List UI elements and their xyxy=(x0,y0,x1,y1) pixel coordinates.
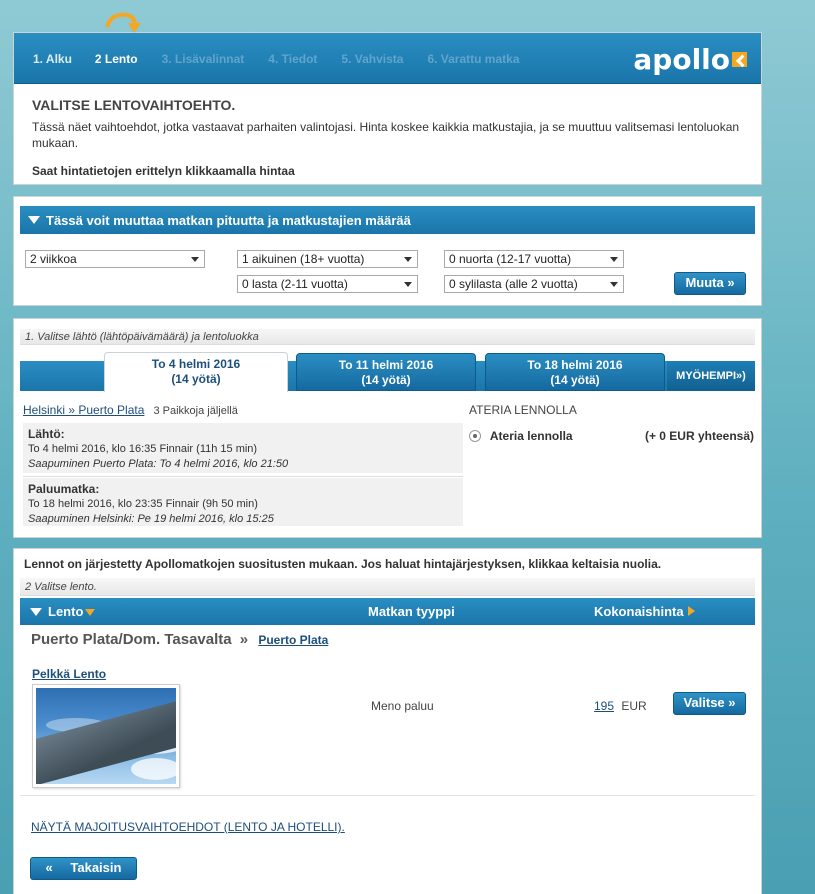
youth-select[interactable]: 0 nuorta (12-17 vuotta) xyxy=(444,250,624,268)
results-table-header: Lento Matkan tyyppi Kokonaishinta xyxy=(20,598,755,625)
route-line: Helsinki » Puerto Plata 3 Paikkoja jälje… xyxy=(23,403,238,417)
meal-title: ATERIA LENNOLLA xyxy=(469,403,577,417)
date-tab-feb-4[interactable]: To 4 helmi 2016 (14 yötä) xyxy=(104,352,288,392)
col-total-price-header[interactable]: Kokonaishinta xyxy=(594,604,695,619)
intro-section: VALITSE LENTOVAIHTOEHTO. Tässä näet vaih… xyxy=(14,84,761,179)
departure-date-panel: 1. Valitse lähtö (lähtöpäivämäärä) ja le… xyxy=(13,318,762,538)
current-step-arrow-icon xyxy=(105,12,141,33)
chevron-down-icon xyxy=(191,257,199,262)
date-tab-strip: To 4 helmi 2016 (14 yötä) To 11 helmi 20… xyxy=(20,352,755,392)
chevron-down-icon xyxy=(610,257,618,262)
destination-link[interactable]: Puerto Plata xyxy=(258,633,328,647)
adults-select[interactable]: 1 aikuinen (18+ vuotta) xyxy=(237,250,418,268)
steps-list: 1. Alku 2 Lento 3. Lisävalinnat 4. Tiedo… xyxy=(14,52,520,66)
infants-value: 0 sylilasta (alle 2 vuotta) xyxy=(449,277,578,291)
later-dates-button[interactable]: MYÖHEMPI») xyxy=(667,361,755,391)
step-confirm: 5. Vahvista xyxy=(341,52,404,66)
step-booked: 6. Varattu matka xyxy=(427,52,520,66)
col-flight-label: Lento xyxy=(48,604,84,619)
col-trip-type-header: Matkan tyyppi xyxy=(368,604,455,619)
infants-select[interactable]: 0 sylilasta (alle 2 vuotta) xyxy=(444,275,624,293)
select-flight-button[interactable]: Valitse » xyxy=(673,692,746,715)
sort-right-arrow-icon[interactable] xyxy=(687,606,695,616)
date-tab-date: To 11 helmi 2016 xyxy=(338,358,434,372)
back-arrow-icon: « xyxy=(45,860,53,875)
trip-type-value: Meno paluu xyxy=(371,699,434,713)
steps-bar: 1. Alku 2 Lento 3. Lisävalinnat 4. Tiedo… xyxy=(14,12,761,84)
change-trip-title: Tässä voit muuttaa matkan pituutta ja ma… xyxy=(46,212,411,228)
flight-thumbnail xyxy=(32,684,180,788)
adults-value: 1 aikuinen (18+ vuotta) xyxy=(242,252,365,266)
date-tab-feb-18[interactable]: To 18 helmi 2016 (14 yötä) xyxy=(485,353,665,391)
date-tab-feb-11[interactable]: To 11 helmi 2016 (14 yötä) xyxy=(296,353,476,391)
outbound-title: Lähtö: xyxy=(28,427,65,441)
chevron-down-icon xyxy=(610,282,618,287)
change-trip-header[interactable]: Tässä voit muuttaa matkan pituutta ja ma… xyxy=(20,206,755,234)
chevron-down-icon xyxy=(404,257,412,262)
price-breakdown-note: Saat hintatietojen erittelyn klikkaamall… xyxy=(32,164,295,178)
cloud-shape xyxy=(131,758,176,780)
sort-note: Lennot on järjestetty Apollomatkojen suo… xyxy=(24,557,662,571)
destination-separator: » xyxy=(239,631,249,648)
duration-select[interactable]: 2 viikkoa xyxy=(25,250,205,268)
meal-option-label: Ateria lennolla xyxy=(489,429,573,443)
show-accommodation-link[interactable]: NÄYTÄ MAJOITUSVAIHTOEHDOT (LENTO JA HOTE… xyxy=(31,820,345,834)
apollo-logo: apollo xyxy=(633,43,747,76)
back-button-label: Takaisin xyxy=(70,860,122,875)
date-tab-nights: (14 yötä) xyxy=(361,373,411,387)
back-button[interactable]: « Takaisin xyxy=(30,857,137,880)
change-trip-panel: Tässä voit muuttaa matkan pituutta ja ma… xyxy=(13,196,762,306)
date-tab-nights: (14 yötä) xyxy=(550,373,600,387)
intro-text: Tässä näet vaihtoehdot, jotka vastaavat … xyxy=(32,120,740,150)
col-flight-header[interactable]: Lento xyxy=(30,604,96,619)
children-select[interactable]: 0 lasta (2-11 vuotta) xyxy=(237,275,418,293)
apollo-logo-mark-icon xyxy=(732,52,747,67)
price-currency: EUR xyxy=(621,699,647,713)
destination-heading: Puerto Plata/Dom. Tasavalta » Puerto Pla… xyxy=(31,631,328,648)
date-tab-date: To 4 helmi 2016 xyxy=(151,357,241,371)
select-flight-step-label: 2 Valitse lento. xyxy=(20,578,755,596)
meal-option[interactable]: Ateria lennolla (+ 0 EUR yhteensä) xyxy=(469,429,754,443)
date-tab-nights: (14 yötä) xyxy=(171,372,221,386)
flight-only-link[interactable]: Pelkkä Lento xyxy=(32,667,106,681)
meal-price: (+ 0 EUR yhteensä) xyxy=(644,429,754,443)
flight-divider xyxy=(23,476,463,477)
change-button[interactable]: Muuta » xyxy=(674,272,746,295)
meal-radio[interactable] xyxy=(469,430,481,442)
date-tab-date: To 18 helmi 2016 xyxy=(527,358,623,372)
step-extras: 3. Lisävalinnat xyxy=(161,52,245,66)
price-link[interactable]: 195 xyxy=(594,699,614,713)
outbound-detail: To 4 helmi 2016, klo 16:35 Finnair (11h … xyxy=(28,443,258,455)
youth-value: 0 nuorta (12-17 vuotta) xyxy=(449,252,572,266)
return-flight-box: Paluumatka: To 18 helmi 2016, klo 23:35 … xyxy=(23,478,463,526)
return-arrival: Saapuminen Helsinki: Pe 19 helmi 2016, k… xyxy=(28,513,274,525)
col-total-label: Kokonaishinta xyxy=(594,604,684,619)
outbound-arrival: Saapuminen Puerto Plata: To 4 helmi 2016… xyxy=(28,458,289,470)
collapse-triangle-icon xyxy=(30,608,42,616)
route-link[interactable]: Helsinki » Puerto Plata xyxy=(23,403,144,417)
return-title: Paluumatka: xyxy=(28,482,100,496)
page-title: VALITSE LENTOVAIHTOEHTO. xyxy=(32,97,236,113)
destination-name: Puerto Plata/Dom. Tasavalta xyxy=(31,631,232,648)
step-flight: 2 Lento xyxy=(94,52,138,66)
apollo-logo-text: apollo xyxy=(633,43,730,76)
flight-results-panel: Lennot on järjestetty Apollomatkojen suo… xyxy=(13,548,762,894)
outbound-flight-box: Lähtö: To 4 helmi 2016, klo 16:35 Finnai… xyxy=(23,423,463,473)
total-price: 195 EUR xyxy=(594,699,647,713)
children-value: 0 lasta (2-11 vuotta) xyxy=(242,277,348,291)
seats-left: 3 Paikkoja jäljellä xyxy=(153,405,238,417)
return-detail: To 18 helmi 2016, klo 23:35 Finnair (9h … xyxy=(28,498,258,510)
results-divider xyxy=(20,795,755,796)
booking-header-panel: 1. Alku 2 Lento 3. Lisävalinnat 4. Tiedo… xyxy=(13,12,762,185)
duration-value: 2 viikkoa xyxy=(30,252,77,266)
chevron-down-icon xyxy=(404,282,412,287)
departure-step-label: 1. Valitse lähtö (lähtöpäivämäärä) ja le… xyxy=(20,329,755,345)
airplane-wing-image xyxy=(36,688,176,784)
sort-down-arrow-icon[interactable] xyxy=(85,609,96,616)
collapse-triangle-icon xyxy=(28,216,40,224)
step-details: 4. Tiedot xyxy=(268,52,318,66)
step-start[interactable]: 1. Alku xyxy=(33,52,72,66)
